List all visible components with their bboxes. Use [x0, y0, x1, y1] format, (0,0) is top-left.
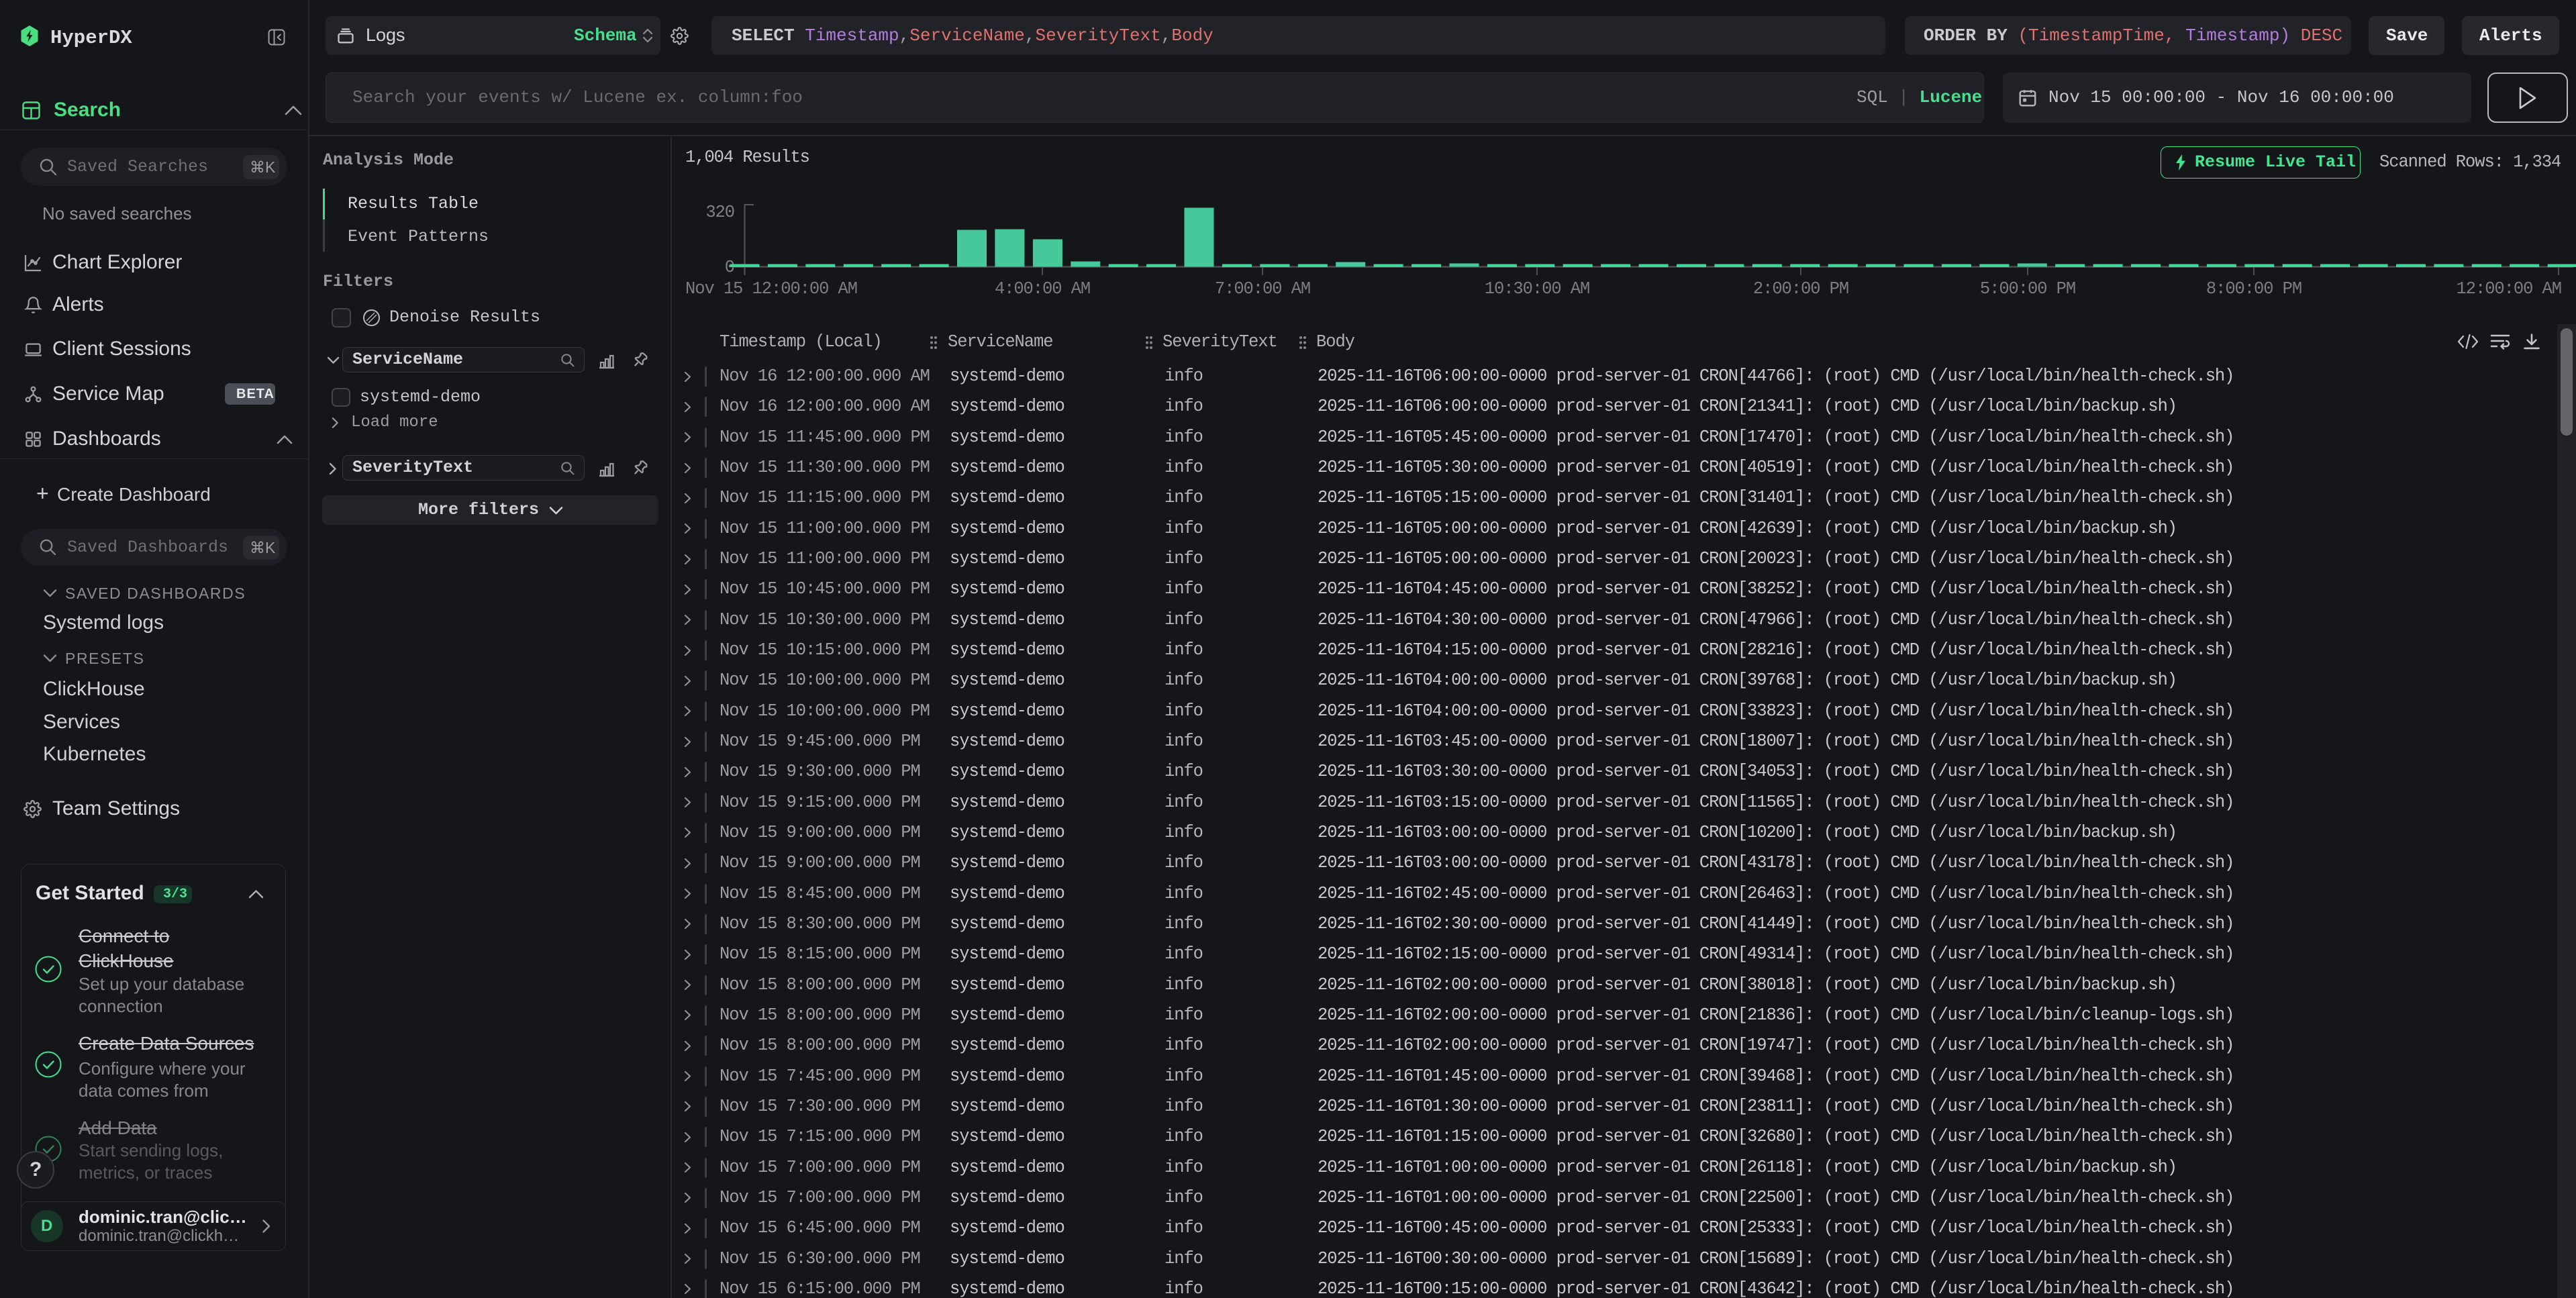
svg-text:12:00:00 AM: 12:00:00 AM: [2457, 279, 2561, 299]
svg-text:320: 320: [705, 203, 734, 222]
svg-text:5:00:00 PM: 5:00:00 PM: [1980, 279, 2075, 299]
svg-text:8:00:00 PM: 8:00:00 PM: [2206, 279, 2301, 299]
svg-text:Nov 15 12:00:00 AM: Nov 15 12:00:00 AM: [685, 279, 857, 299]
svg-text:2:00:00 PM: 2:00:00 PM: [1753, 279, 1848, 299]
svg-text:10:30:00 AM: 10:30:00 AM: [1485, 279, 1589, 299]
svg-text:4:00:00 AM: 4:00:00 AM: [995, 279, 1090, 299]
svg-text:7:00:00 AM: 7:00:00 AM: [1215, 279, 1310, 299]
